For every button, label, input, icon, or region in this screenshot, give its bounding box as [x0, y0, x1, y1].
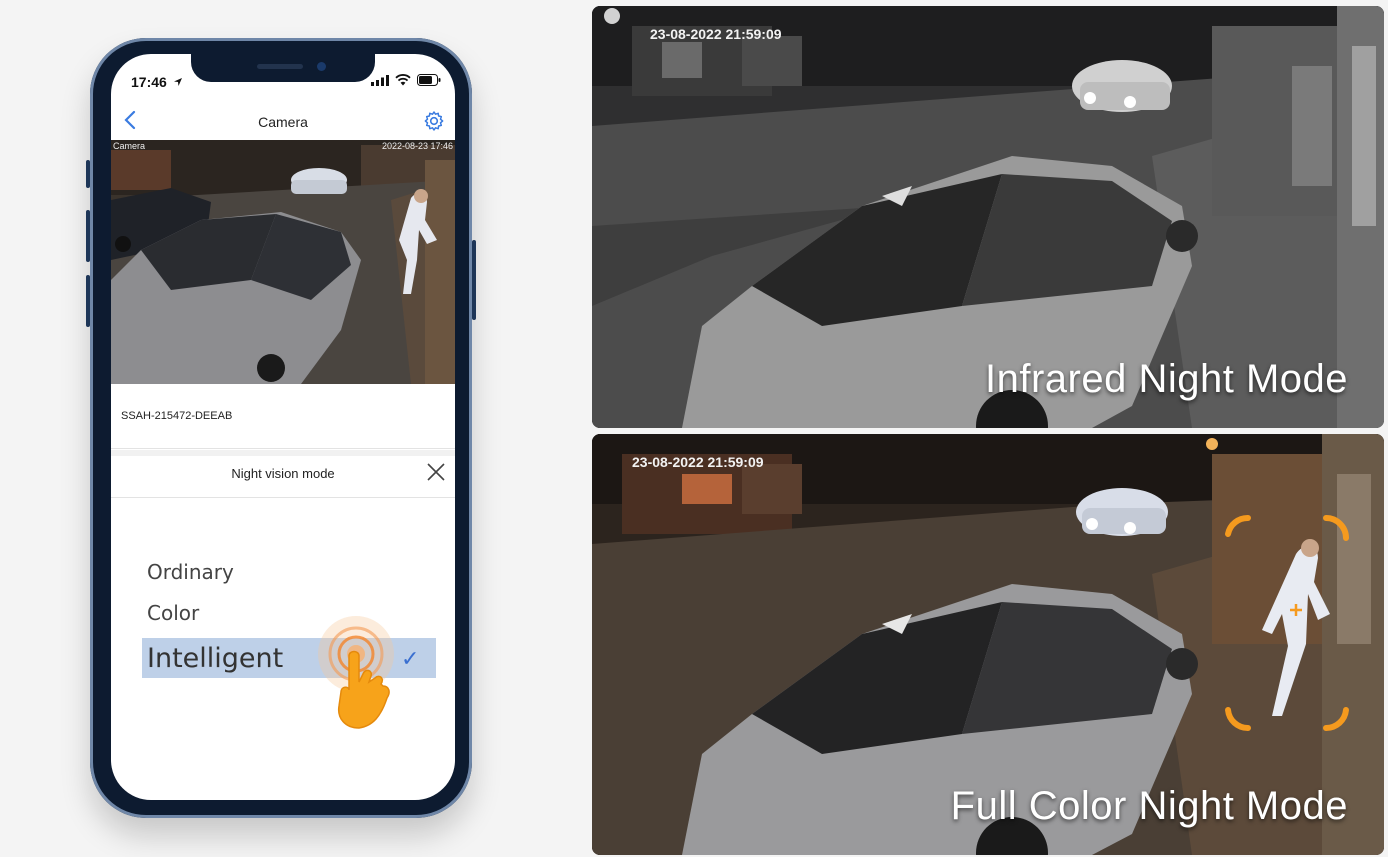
divider: [111, 497, 455, 498]
feed-camera-label: Camera: [113, 141, 146, 151]
full-color-timestamp: 23-08-2022 21:59:09: [632, 454, 764, 470]
divider: [111, 448, 455, 449]
signal-icon: [371, 74, 389, 86]
device-id: SSAH-215472-DEEAB: [121, 410, 233, 422]
close-icon[interactable]: [425, 461, 447, 483]
front-camera: [317, 62, 326, 71]
phone-volume-up: [86, 210, 90, 262]
option-color[interactable]: Color: [147, 601, 199, 625]
speaker: [257, 64, 303, 69]
infrared-mode-label: Infrared Night Mode: [984, 357, 1348, 401]
full-color-mode-label: Full Color Night Mode: [950, 784, 1348, 828]
divider: [111, 450, 455, 456]
feed-scene: [111, 140, 455, 384]
live-camera-feed[interactable]: Camera 2022-08-23 17:46: [111, 140, 455, 384]
status-time: 17:46: [131, 74, 183, 90]
wifi-icon: [395, 74, 411, 86]
phone-screen: 17:46 Camera Camera 2022-08-23 17:46 SSA…: [111, 54, 455, 800]
phone-volume-down: [86, 275, 90, 327]
nav-title: Camera: [258, 114, 308, 130]
status-time-text: 17:46: [131, 74, 167, 90]
battery-icon: [417, 74, 441, 86]
option-ordinary[interactable]: Ordinary: [147, 560, 234, 584]
phone-side-button: [86, 160, 90, 188]
full-color-night-mode-panel: 23-08-2022 21:59:09 Full Color Night Mod…: [592, 434, 1384, 855]
gear-icon[interactable]: [423, 110, 445, 132]
infrared-night-mode-panel: 23-08-2022 21:59:09 Infrared Night Mode: [592, 6, 1384, 428]
phone-power-button: [472, 240, 476, 320]
tap-hand-icon: [318, 616, 394, 729]
location-arrow-icon: [173, 78, 182, 86]
status-icons: [371, 74, 441, 86]
feed-timestamp: 2022-08-23 17:46: [381, 141, 453, 151]
option-intelligent[interactable]: Intelligent: [147, 643, 283, 674]
infrared-timestamp: 23-08-2022 21:59:09: [650, 26, 782, 42]
notch: [191, 54, 375, 82]
night-vision-sheet-title: Night vision mode: [231, 466, 335, 481]
